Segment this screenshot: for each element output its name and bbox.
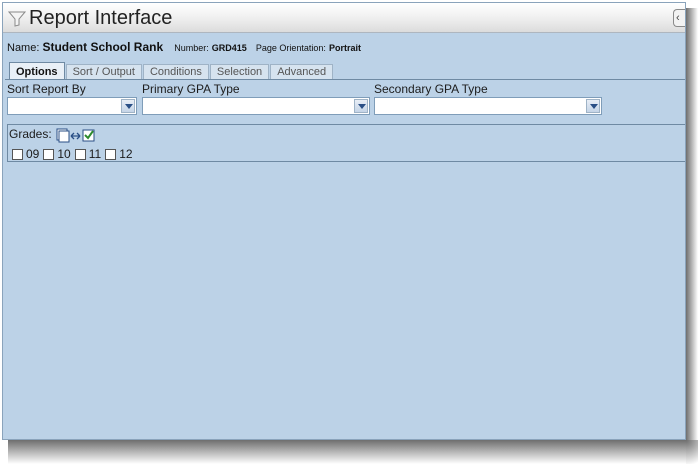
grade-11-checkbox[interactable] bbox=[74, 148, 86, 160]
grades-label: Grades: bbox=[9, 127, 52, 141]
title-bar: Report Interface ‹ bbox=[3, 3, 685, 33]
grade-10-label: 10 bbox=[57, 147, 71, 161]
number-label: Number: bbox=[174, 43, 209, 53]
grade-11-label: 11 bbox=[88, 147, 102, 161]
secondary-gpa-type-label: Secondary GPA Type bbox=[374, 82, 488, 96]
tab-advanced[interactable]: Advanced bbox=[270, 64, 334, 80]
primary-gpa-type-label: Primary GPA Type bbox=[142, 82, 240, 96]
collapse-icon[interactable]: ‹ bbox=[673, 9, 685, 27]
window-shadow-corner bbox=[686, 440, 698, 464]
report-number: GRD415 bbox=[211, 43, 247, 53]
tab-divider bbox=[5, 79, 685, 80]
filter-icon bbox=[8, 11, 26, 27]
grade-12-checkbox[interactable] bbox=[105, 148, 117, 160]
report-info: Name: Student School Rank Number: GRD415… bbox=[7, 40, 367, 54]
grades-checkbox-list: 09 10 11 12 bbox=[12, 147, 137, 161]
grade-09-label: 09 bbox=[26, 147, 40, 161]
page-orientation: Portrait bbox=[328, 43, 361, 53]
grade-09-checkbox[interactable] bbox=[12, 148, 23, 160]
dropdown-arrow-icon[interactable] bbox=[586, 99, 600, 113]
tab-options[interactable]: Options bbox=[9, 62, 65, 80]
grade-12-label: 12 bbox=[119, 147, 133, 161]
window-shadow-bottom bbox=[8, 440, 692, 464]
sort-report-by-label: Sort Report By bbox=[7, 82, 86, 96]
secondary-gpa-type-select[interactable] bbox=[374, 97, 602, 115]
select-all-toggle-icon[interactable] bbox=[56, 127, 96, 143]
tab-strip: Options Sort / Output Conditions Selecti… bbox=[9, 62, 334, 80]
window-title: Report Interface bbox=[29, 7, 173, 29]
orientation-label: Page Orientation: bbox=[255, 43, 326, 53]
tab-sort-output[interactable]: Sort / Output bbox=[65, 64, 142, 80]
tab-selection[interactable]: Selection bbox=[209, 64, 270, 80]
dropdown-arrow-icon[interactable] bbox=[121, 99, 135, 113]
report-name: Student School Rank bbox=[42, 40, 164, 54]
window-shadow-right bbox=[686, 8, 698, 462]
report-interface-window: Report Interface ‹ Name: Student School … bbox=[2, 2, 686, 440]
primary-gpa-type-select[interactable] bbox=[142, 97, 370, 115]
grade-10-checkbox[interactable] bbox=[43, 148, 55, 160]
tab-conditions[interactable]: Conditions bbox=[142, 64, 209, 80]
sort-report-by-select[interactable] bbox=[7, 97, 137, 115]
dropdown-arrow-icon[interactable] bbox=[354, 99, 368, 113]
name-label: Name: bbox=[7, 42, 40, 54]
